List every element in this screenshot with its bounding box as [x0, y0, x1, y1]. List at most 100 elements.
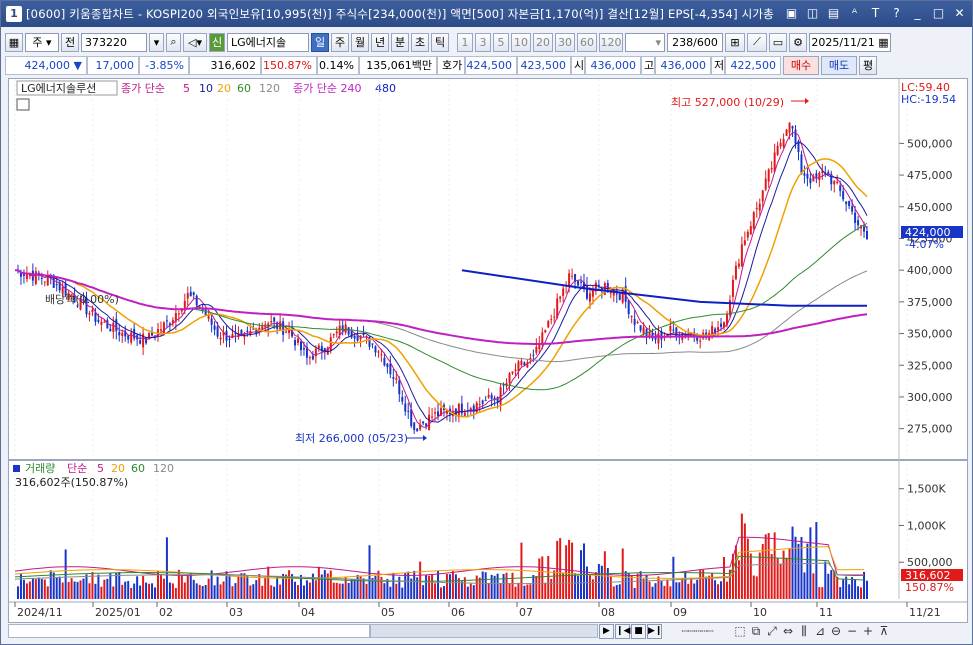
text-icon[interactable]: T [867, 5, 884, 22]
market-select[interactable]: 주 ▾ [25, 32, 59, 52]
price-tick-label: 375,000 [907, 296, 953, 309]
code-input[interactable]: 373220 [81, 32, 147, 52]
volume-bar [630, 575, 633, 599]
buy-button[interactable]: 매수 [783, 55, 819, 75]
minute-1[interactable]: 1 [457, 32, 473, 52]
line-icon[interactable]: ⟋ [747, 32, 767, 52]
volume-bar [416, 577, 419, 599]
trend-icon[interactable]: ⤢ [764, 623, 780, 639]
tile-icon[interactable]: ▤ [825, 5, 842, 22]
candle-body [416, 428, 419, 432]
volume-bar [752, 575, 755, 599]
stop-icon[interactable]: ■ [631, 623, 646, 639]
plus-icon[interactable]: + [860, 623, 876, 639]
gear-icon[interactable]: ⚙ [789, 32, 807, 52]
scroll-right-icon[interactable]: ▶ [599, 623, 614, 639]
volume-bar [764, 534, 767, 599]
scroll-track[interactable] [8, 624, 370, 638]
candle-body [380, 354, 383, 356]
find-icon[interactable]: ⌕ [166, 32, 181, 52]
font-icon[interactable]: ᴬ [846, 5, 863, 22]
candle-body [794, 129, 797, 144]
volume-bar [88, 583, 91, 599]
volume-bar [317, 566, 320, 599]
fit-icon[interactable]: ⇔ [780, 623, 796, 639]
minute-10[interactable]: 10 [511, 32, 531, 52]
all-button[interactable]: 전 [61, 32, 79, 52]
reset-icon[interactable]: ⊼ [876, 623, 892, 639]
candle-body [100, 321, 103, 325]
volume-bar [145, 582, 148, 599]
candle-body [550, 319, 553, 321]
max-annotation: 최고 527,000 (10/29) [671, 96, 784, 109]
candle-body [562, 288, 565, 296]
select-icon[interactable]: ⬚ [732, 623, 748, 639]
tab-second[interactable]: 초 [411, 32, 429, 52]
volume-bar [404, 572, 407, 599]
bars-icon[interactable]: ⫼ [796, 623, 812, 639]
tab-tick[interactable]: 틱 [431, 32, 449, 52]
candle-body [270, 321, 273, 323]
chart-type-icon[interactable]: ⊿ [812, 623, 828, 639]
volume-bar [216, 576, 219, 599]
zoom-out-icon[interactable]: ⊖ [828, 623, 844, 639]
volume-bar [720, 581, 723, 599]
maximize-icon[interactable]: □ [930, 5, 947, 22]
minute-30[interactable]: 30 [555, 32, 575, 52]
minute-120[interactable]: 120 [599, 32, 623, 52]
scroll-end-icon[interactable]: ▶❙ [647, 623, 662, 639]
tab-week[interactable]: 주 [331, 32, 349, 52]
candle-body [240, 329, 243, 335]
volume-bar [523, 585, 526, 599]
compare-icon[interactable]: ⧉ [748, 623, 764, 639]
candle-body [332, 334, 335, 336]
candle-body [118, 331, 121, 336]
volume-bar [725, 581, 728, 599]
tab-minute[interactable]: 분 [391, 32, 409, 52]
count-input[interactable]: 238/600 [667, 32, 723, 52]
tab-month[interactable]: 월 [351, 32, 369, 52]
candle-body [571, 275, 574, 277]
candle-body [806, 173, 809, 179]
minute-5[interactable]: 5 [493, 32, 509, 52]
volume-color-icon [13, 465, 20, 472]
scroll-thumb[interactable] [370, 624, 598, 638]
tab-day[interactable]: 일 [311, 32, 329, 52]
minute-60[interactable]: 60 [577, 32, 597, 52]
stock-icon[interactable]: ▦ [5, 32, 23, 52]
save-icon[interactable]: ▭ [769, 32, 787, 52]
current-price: 424,000 ▼ [5, 55, 87, 75]
eval-button[interactable]: 평 [859, 55, 877, 75]
period-select[interactable]: ▾ [625, 32, 665, 52]
tab-year[interactable]: 년 [371, 32, 389, 52]
volume-bar [192, 579, 195, 599]
volume-bar [854, 579, 857, 599]
chart-svg[interactable]: LG에너지솔루션 종가 단순 5 10 20 60 120 종가 단순 240 … [9, 79, 967, 622]
grid-toggle-icon[interactable] [16, 98, 30, 111]
minute-20[interactable]: 20 [533, 32, 553, 52]
chart-area[interactable]: LG에너지솔루션 종가 단순 5 10 20 60 120 종가 단순 240 … [8, 78, 968, 623]
sell-button[interactable]: 매도 [821, 55, 857, 75]
help-icon[interactable]: ? [888, 5, 905, 22]
window-icon[interactable]: ▣ [783, 5, 800, 22]
volume-bar [58, 576, 61, 599]
candle-body [782, 139, 785, 147]
date-input[interactable]: 2025/11/21 ▦ [809, 32, 891, 52]
search-icon[interactable]: ▾ [149, 32, 164, 52]
volume-bar [666, 580, 669, 599]
volume-tick-label: 500,000 [907, 556, 953, 569]
candle-icon[interactable]: ⊞ [725, 32, 745, 52]
volume-bar [448, 574, 451, 599]
sound-icon[interactable]: ◁▾ [183, 32, 207, 52]
scroll-start-icon[interactable]: ❙◀ [615, 623, 630, 639]
close-icon[interactable]: ✕ [951, 5, 968, 22]
restore-icon[interactable]: ◫ [804, 5, 821, 22]
x-tick-label: 03 [229, 606, 243, 619]
bar-icon[interactable]: ┈┈┈┈┈ [662, 623, 732, 639]
volume-bar [279, 584, 282, 599]
volume-bar [207, 578, 210, 599]
minimize-icon[interactable]: _ [909, 5, 926, 22]
minute-3[interactable]: 3 [475, 32, 491, 52]
volume-bar [314, 580, 317, 599]
minus-icon[interactable]: − [844, 623, 860, 639]
